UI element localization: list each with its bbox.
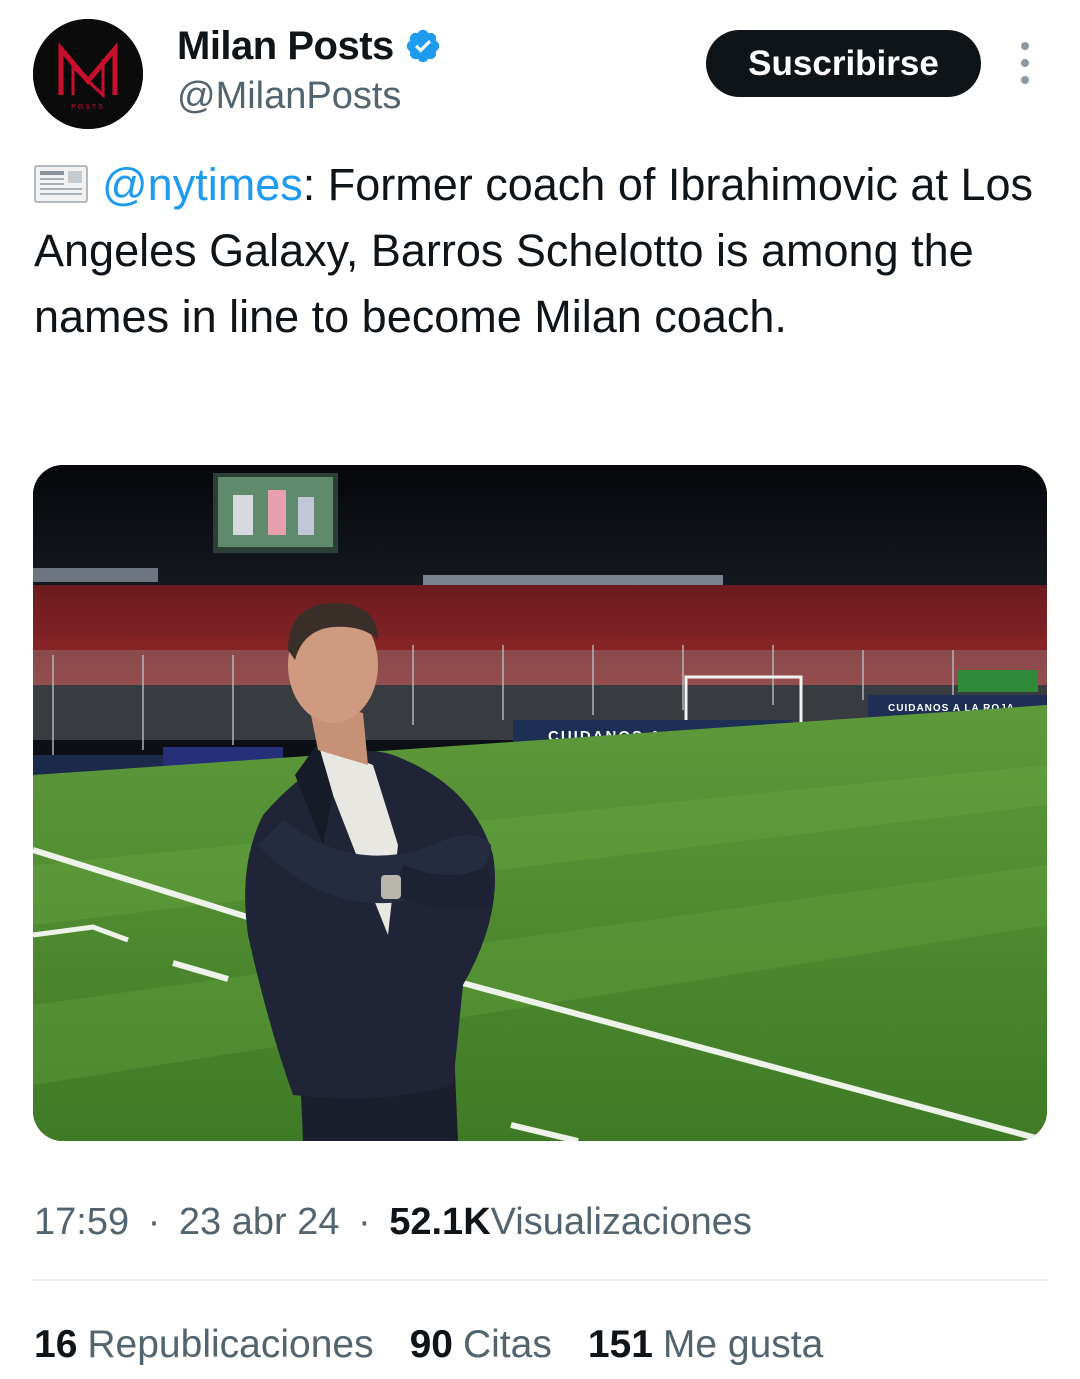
reposts-stat[interactable]: 16 Republicaciones — [34, 1320, 374, 1370]
tweet-time[interactable]: 17:59 — [34, 1201, 129, 1243]
mention-link[interactable]: @nytimes — [102, 159, 303, 210]
verified-badge-icon — [404, 27, 442, 65]
quotes-label: Citas — [462, 1323, 552, 1366]
engagement-stats: 16 Republicaciones 90 Citas 151 Me gusta — [34, 1320, 823, 1370]
likes-label: Me gusta — [662, 1323, 824, 1366]
likes-stat[interactable]: 151 Me gusta — [588, 1320, 824, 1370]
tweet-photo[interactable]: antiago 2023 CUIDANOS A LA ROJA CUIDANOS… — [33, 465, 1047, 1141]
avatar[interactable]: POSTS — [33, 19, 143, 129]
tweet-date[interactable]: 23 abr 24 — [179, 1201, 340, 1243]
author-handle[interactable]: @MilanPosts — [177, 73, 401, 119]
meta-separator: · — [358, 1201, 371, 1243]
views-count: 52.1K — [389, 1201, 491, 1243]
author-name-row[interactable]: Milan Posts — [177, 22, 442, 70]
tweet-text: @nytimes: Former coach of Ibrahimovic at… — [34, 152, 1044, 350]
views-label: Visualizaciones — [490, 1201, 752, 1243]
tweet: POSTS Milan Posts @MilanPosts Suscribirs… — [0, 0, 1080, 1379]
newspaper-icon — [34, 156, 88, 203]
divider — [33, 1279, 1047, 1281]
stadium-photo: antiago 2023 CUIDANOS A LA ROJA CUIDANOS… — [33, 465, 1047, 1141]
display-name[interactable]: Milan Posts — [177, 22, 394, 70]
reposts-count: 16 — [34, 1323, 78, 1366]
more-options-icon[interactable] — [1010, 42, 1040, 84]
likes-count: 151 — [587, 1323, 653, 1366]
subscribe-button[interactable]: Suscribirse — [706, 30, 981, 97]
quotes-stat[interactable]: 90 Citas — [410, 1320, 552, 1370]
milan-posts-logo: POSTS — [33, 19, 143, 129]
meta-separator: · — [147, 1201, 161, 1243]
svg-text:POSTS: POSTS — [71, 104, 105, 111]
quotes-count: 90 — [409, 1323, 453, 1366]
tweet-meta: 17:59 · 23 abr 24 · 52.1KVisualizaciones — [34, 1198, 752, 1246]
reposts-label: Republicaciones — [87, 1323, 374, 1366]
